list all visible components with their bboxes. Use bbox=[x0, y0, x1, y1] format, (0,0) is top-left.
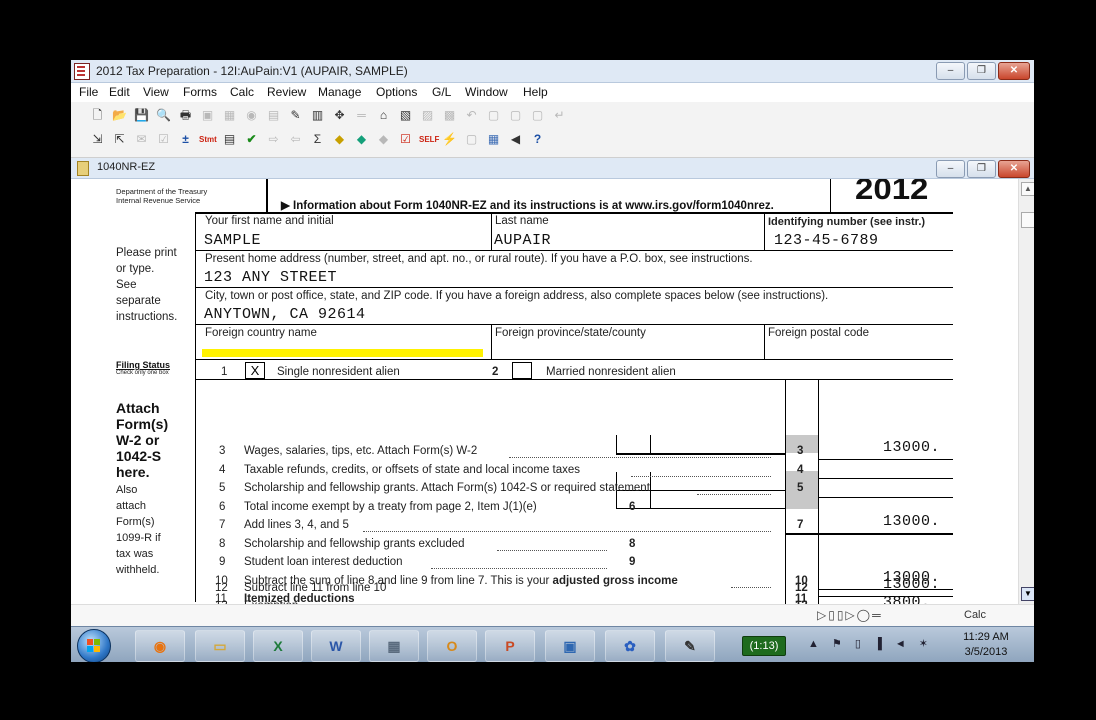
vertical-scrollbar[interactable]: ▲ ▼ bbox=[1018, 179, 1034, 604]
clock-time: 11:29 AM bbox=[963, 631, 1009, 643]
clock[interactable]: 11:29 AM 3/5/2013 bbox=[951, 630, 1021, 660]
self-comp-icon[interactable]: SELF bbox=[419, 131, 439, 148]
scroll-thumb[interactable] bbox=[1021, 212, 1034, 228]
forward-icon[interactable]: ⇨ bbox=[265, 131, 282, 148]
move-icon[interactable]: ✥ bbox=[331, 107, 348, 124]
review-icon[interactable]: ☑ bbox=[397, 131, 414, 148]
taxapp-icon[interactable]: ✎ bbox=[665, 630, 715, 662]
forms-list-icon[interactable]: ▥ bbox=[309, 107, 326, 124]
close-button[interactable]: ✕ bbox=[998, 62, 1030, 80]
export-icon[interactable]: ⇱ bbox=[111, 131, 128, 148]
menu-review[interactable]: Review bbox=[267, 85, 306, 99]
menu-view[interactable]: View bbox=[143, 85, 169, 99]
windows-taskbar: ◉ ▭ X W ▦ O P ▣ ✿ ✎ (1:13) ▲ ⚑ ▯ ▐ ◄ ✶ 1… bbox=[71, 626, 1034, 662]
return-icon[interactable]: ↵ bbox=[551, 107, 568, 124]
worksheet-icon[interactable]: ▨ bbox=[419, 107, 436, 124]
form-close-button[interactable]: ✕ bbox=[998, 160, 1030, 178]
menu-forms[interactable]: Forms bbox=[183, 85, 217, 99]
toolbar-row-2: ⇲ ⇱ ✉ ☑ ± Stmt ▤ ✔ ⇨ ⇦ Σ ◆ ◆ ◆ ☑ SELF ⚡ … bbox=[89, 131, 546, 148]
form-icon bbox=[77, 161, 89, 176]
lock-icon[interactable]: ▢ bbox=[463, 131, 480, 148]
dup-icon[interactable]: ▢ bbox=[485, 107, 502, 124]
tree-icon[interactable]: ▧ bbox=[397, 107, 414, 124]
back-icon[interactable]: ⇦ bbox=[287, 131, 304, 148]
title-bar: 2012 Tax Preparation - 12I:AuPain:V1 (AU… bbox=[71, 60, 1034, 83]
toggle-icon[interactable]: ◉ bbox=[243, 107, 260, 124]
override-icon[interactable]: ± bbox=[177, 131, 194, 148]
start-button[interactable] bbox=[77, 629, 111, 662]
battery-indicator[interactable]: (1:13) bbox=[742, 636, 786, 656]
menu-window[interactable]: Window bbox=[465, 85, 508, 99]
maximize-button[interactable]: ❐ bbox=[967, 62, 996, 80]
window-title: 2012 Tax Preparation - 12I:AuPain:V1 (AU… bbox=[96, 64, 408, 78]
copy-form-icon[interactable]: ▤ bbox=[265, 107, 282, 124]
calculator-icon[interactable]: ▦ bbox=[369, 630, 419, 662]
table-icon[interactable]: ▦ bbox=[485, 131, 502, 148]
new-icon[interactable]: 🗋 bbox=[89, 107, 106, 124]
open-icon[interactable]: 📂 bbox=[111, 107, 128, 124]
toolbar-area: 🗋 📂 💾 🔍 🖶 ▣ ▦ ◉ ▤ ✎ ▥ ✥ ═ ⌂ ▧ ▨ ▩ ↶ ▢ ▢ … bbox=[71, 102, 1034, 158]
explorer-icon[interactable]: ▭ bbox=[195, 630, 245, 662]
form-window-bar: 1040NR-EZ – ❐ ✕ bbox=[71, 158, 1034, 179]
outlook-icon[interactable]: O bbox=[427, 630, 477, 662]
toolbar-row-1: 🗋 📂 💾 🔍 🖶 ▣ ▦ ◉ ▤ ✎ ▥ ✥ ═ ⌂ ▧ ▨ ▩ ↶ ▢ ▢ … bbox=[89, 107, 568, 124]
speaker-icon[interactable]: ◀ bbox=[507, 131, 524, 148]
delete-icon[interactable]: ▢ bbox=[529, 107, 546, 124]
status-bar: ▷▯▯▷◯═ Calc bbox=[71, 604, 1034, 627]
menu-calc[interactable]: Calc bbox=[230, 85, 254, 99]
stmt-icon[interactable]: Stmt bbox=[199, 131, 217, 148]
menu-manage[interactable]: Manage bbox=[318, 85, 361, 99]
print-icon[interactable]: 🖶 bbox=[177, 107, 194, 124]
diamond-gray-icon[interactable]: ◆ bbox=[375, 131, 392, 148]
check-form-icon[interactable]: ☑ bbox=[155, 131, 172, 148]
print-set-icon[interactable]: ▦ bbox=[221, 107, 238, 124]
link-icon[interactable]: ═ bbox=[353, 107, 370, 124]
word-icon[interactable]: W bbox=[311, 630, 361, 662]
menu-options[interactable]: Options bbox=[376, 85, 417, 99]
save-icon[interactable]: 💾 bbox=[133, 107, 150, 124]
calc-status: Calc bbox=[964, 609, 987, 621]
form-maximize-button[interactable]: ❐ bbox=[967, 160, 996, 178]
clock-date: 3/5/2013 bbox=[964, 646, 1008, 658]
app-icon[interactable] bbox=[74, 63, 90, 80]
excel-icon[interactable]: X bbox=[253, 630, 303, 662]
overflow-icon[interactable]: ▩ bbox=[441, 107, 458, 124]
scroll-up-arrow[interactable]: ▲ bbox=[1021, 182, 1034, 196]
print-form-icon[interactable]: ▣ bbox=[199, 107, 216, 124]
email-icon[interactable]: ✉ bbox=[133, 131, 150, 148]
diamond-yellow-icon[interactable]: ◆ bbox=[331, 131, 348, 148]
help-icon[interactable]: ? bbox=[529, 131, 546, 148]
calc-icon[interactable]: ▢ bbox=[507, 107, 524, 124]
undo-icon[interactable]: ↶ bbox=[463, 107, 480, 124]
minimize-button[interactable]: – bbox=[936, 62, 965, 80]
form-minimize-button[interactable]: – bbox=[936, 160, 965, 178]
forms-icon[interactable]: ▤ bbox=[221, 131, 238, 148]
menu-gl[interactable]: G/L bbox=[432, 85, 451, 99]
powerpoint-icon[interactable]: P bbox=[485, 630, 535, 662]
network-icon[interactable]: ▣ bbox=[545, 630, 595, 662]
menu-bar: File Edit View Forms Calc Review Manage … bbox=[71, 83, 1034, 102]
firefox-icon[interactable]: ◉ bbox=[135, 630, 185, 662]
form-lines-12-14 bbox=[71, 179, 1018, 604]
scroll-down-arrow[interactable]: ▼ bbox=[1021, 587, 1034, 601]
menu-file[interactable]: File bbox=[79, 85, 98, 99]
preview-icon[interactable]: 🔍 bbox=[155, 107, 172, 124]
flower-icon[interactable]: ✿ bbox=[605, 630, 655, 662]
menu-edit[interactable]: Edit bbox=[109, 85, 130, 99]
menu-help[interactable]: Help bbox=[523, 85, 548, 99]
diamond-green-icon[interactable]: ◆ bbox=[353, 131, 370, 148]
checkmark-icon[interactable]: ✔ bbox=[243, 131, 260, 148]
note-icon[interactable]: ✎ bbox=[287, 107, 304, 124]
form-window-title: 1040NR-EZ bbox=[97, 161, 156, 173]
sum-icon[interactable]: Σ bbox=[309, 131, 326, 148]
home-icon[interactable]: ⌂ bbox=[375, 107, 392, 124]
navigation-controls[interactable]: ▷▯▯▷◯═ bbox=[817, 608, 883, 622]
system-tray[interactable]: ▲ ⚑ ▯ ▐ ◄ ✶ bbox=[808, 637, 933, 650]
efile-icon[interactable]: ⚡ bbox=[441, 131, 458, 148]
import-icon[interactable]: ⇲ bbox=[89, 131, 106, 148]
